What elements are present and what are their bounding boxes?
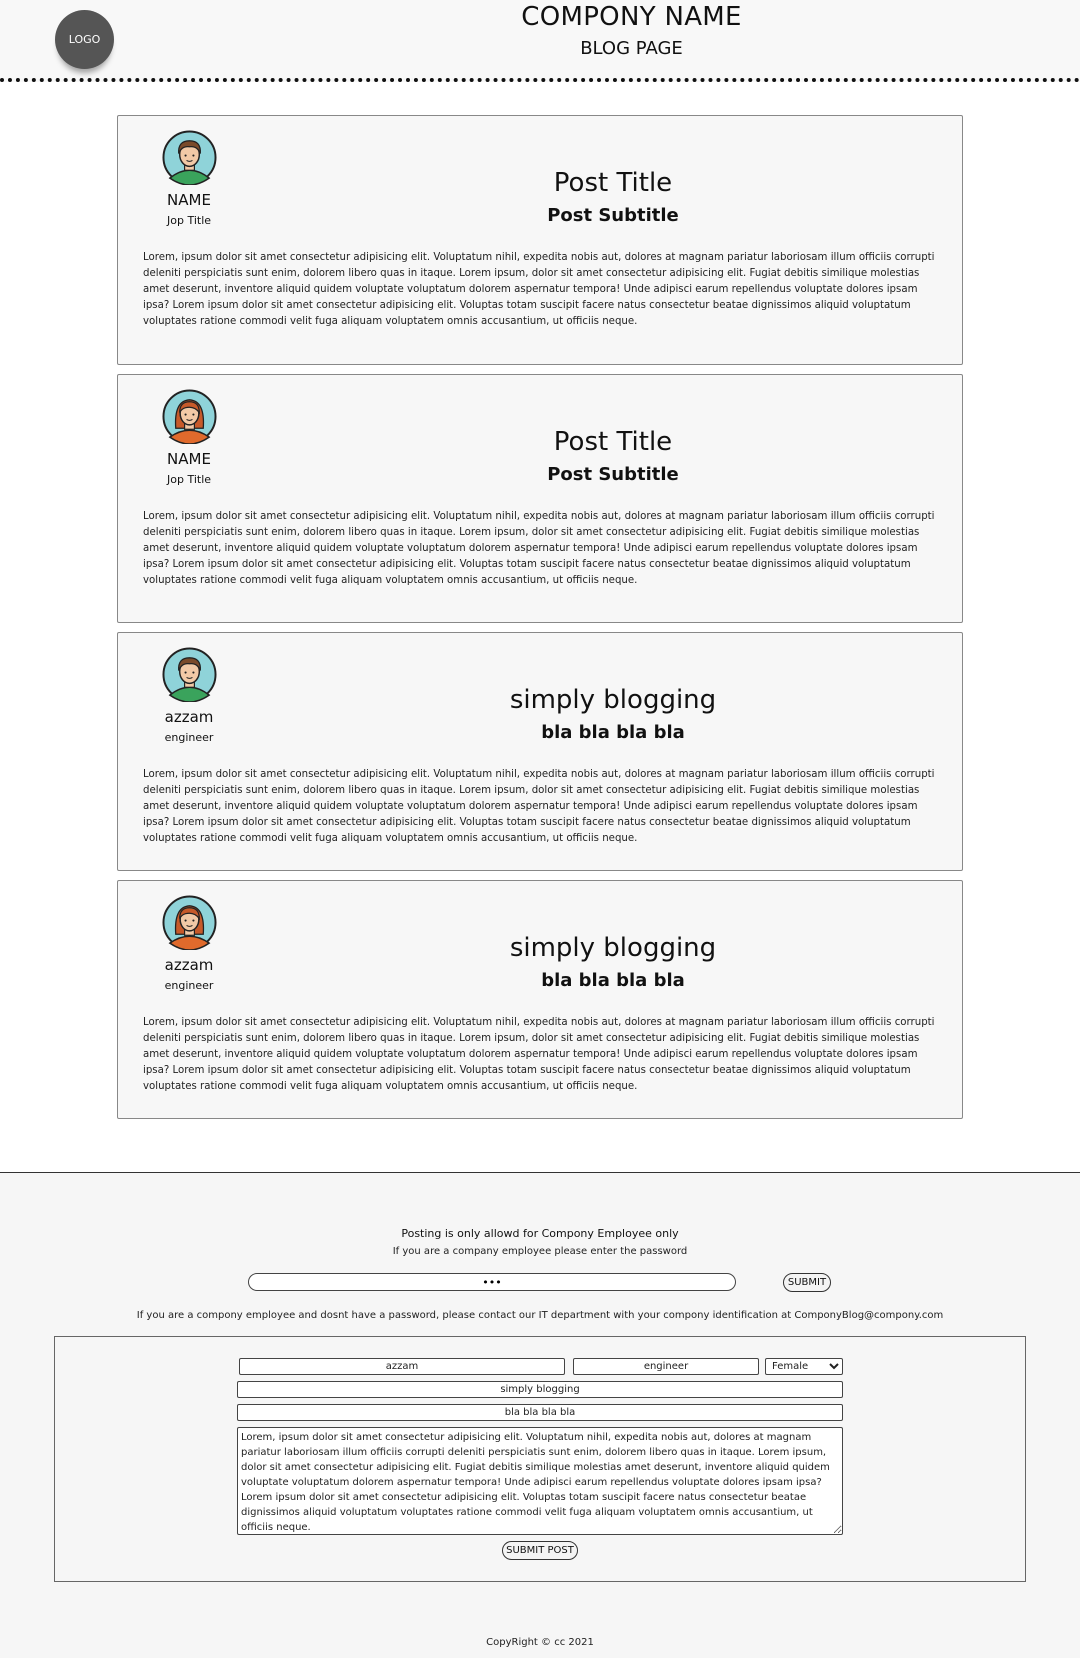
post-subtitle: Post Subtitle xyxy=(547,464,679,485)
post-title-field[interactable] xyxy=(237,1381,843,1398)
post-subtitle-field[interactable] xyxy=(237,1404,843,1421)
posting-restriction-notice: Posting is only allowd for Compony Emplo… xyxy=(401,1227,679,1240)
post-body: Lorem, ipsum dolor sit amet consectetur … xyxy=(143,511,935,586)
company-name: COMPONY NAME xyxy=(521,2,742,32)
post-title: simply blogging xyxy=(509,685,717,715)
post-subtitle: Post Subtitle xyxy=(547,205,679,226)
gender-select[interactable]: Female xyxy=(765,1358,843,1375)
job-title-field[interactable] xyxy=(573,1358,759,1375)
post-body: Lorem, ipsum dolor sit amet consectetur … xyxy=(143,1017,935,1092)
submit-post-button[interactable]: SUBMIT POST xyxy=(502,1541,578,1560)
post-title: simply blogging xyxy=(509,933,717,963)
page-header: LOGO COMPONY NAME BLOG PAGE xyxy=(0,0,1080,82)
post-title: Post Title xyxy=(553,427,673,457)
new-post-form: Female Lorem, ipsum dolor sit amet conse… xyxy=(54,1336,1026,1582)
password-submit-button[interactable]: SUBMIT xyxy=(783,1273,831,1292)
post-body-textarea[interactable]: Lorem, ipsum dolor sit amet consectetur … xyxy=(237,1427,843,1535)
blog-post: NAME Jop Title Post Title Post Subtitle … xyxy=(117,115,963,365)
password-input[interactable] xyxy=(248,1273,736,1291)
copyright: CopyRight © cc 2021 xyxy=(486,1637,594,1648)
post-body: Lorem, ipsum dolor sit amet consectetur … xyxy=(143,769,935,844)
blog-post: azzam engineer simply blogging bla bla b… xyxy=(117,632,963,871)
page-title: BLOG PAGE xyxy=(580,38,683,59)
author-name-field[interactable] xyxy=(239,1358,565,1375)
blog-post: azzam engineer simply blogging bla bla b… xyxy=(117,880,963,1119)
posting-section: Posting is only allowd for Compony Emplo… xyxy=(0,1172,1080,1658)
blog-post: NAME Jop Title Post Title Post Subtitle … xyxy=(117,374,963,623)
contact-it-notice: If you are a compony employee and dosnt … xyxy=(136,1310,944,1321)
password-instruction: If you are a company employee please ent… xyxy=(392,1246,688,1257)
post-subtitle: bla bla bla bla xyxy=(541,970,685,991)
post-title: Post Title xyxy=(553,168,673,198)
post-subtitle: bla bla bla bla xyxy=(541,722,685,743)
post-body: Lorem, ipsum dolor sit amet consectetur … xyxy=(143,252,935,327)
